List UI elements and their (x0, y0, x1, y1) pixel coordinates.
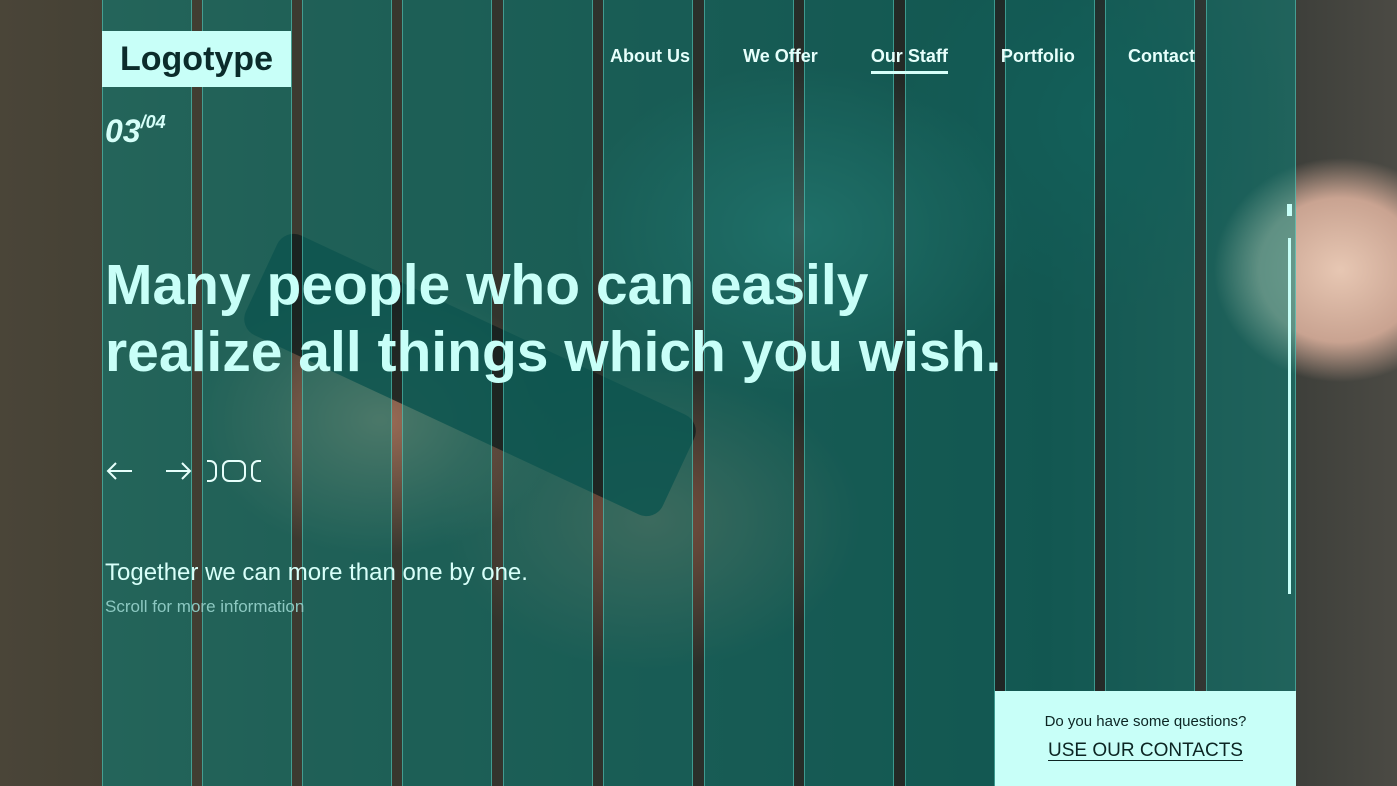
contact-question: Do you have some questions? (1044, 713, 1247, 730)
hero-tagline: Together we can more than one by one. (105, 559, 528, 586)
main-nav: About Us We Offer Our Staff Portfolio Co… (610, 46, 1195, 74)
slide-dot-prev[interactable] (207, 460, 217, 482)
nav-item-about-us[interactable]: About Us (610, 46, 690, 74)
next-slide-button[interactable] (163, 455, 193, 487)
nav-item-we-offer[interactable]: We Offer (743, 46, 818, 74)
arrow-left-icon (106, 462, 132, 480)
grid-column (202, 0, 292, 786)
arrow-right-icon (166, 462, 192, 480)
prev-slide-button[interactable] (105, 455, 135, 487)
grid-column (1206, 0, 1296, 786)
nav-item-portfolio[interactable]: Portfolio (1001, 46, 1075, 74)
vertical-scroll-indicator[interactable] (1287, 204, 1292, 594)
scroll-track[interactable] (1288, 238, 1291, 594)
nav-item-contact[interactable]: Contact (1128, 46, 1195, 74)
hero-headline-line-1: Many people who can easily (105, 253, 869, 317)
logo[interactable]: Logotype (102, 31, 291, 87)
slide-current: 03 (105, 113, 141, 149)
grid-column (402, 0, 492, 786)
scroll-thumb[interactable] (1287, 204, 1292, 216)
grid-column (1105, 0, 1195, 786)
use-our-contacts-link[interactable]: USE OUR CONTACTS (1048, 740, 1243, 762)
scroll-hint[interactable]: Scroll for more information (105, 597, 304, 617)
hero-headline-line-2: realize all things which you wish. (105, 320, 1002, 384)
grid-column (503, 0, 593, 786)
grid-column (804, 0, 894, 786)
slide-total: /04 (140, 112, 166, 132)
hero-page: Logotype About Us We Offer Our Staff Por… (0, 0, 1397, 786)
grid-columns-overlay (102, 0, 1296, 786)
hero-headline: Many people who can easily realize all t… (105, 252, 1005, 386)
grid-column (704, 0, 794, 786)
grid-column (1005, 0, 1095, 786)
nav-item-our-staff[interactable]: Our Staff (870, 46, 948, 74)
slide-dot-next[interactable] (251, 460, 261, 482)
slide-dots-icon[interactable] (207, 460, 261, 482)
grid-column (302, 0, 392, 786)
slider-controls (105, 455, 261, 487)
slide-counter: 03/04 (105, 112, 166, 150)
grid-column (603, 0, 693, 786)
contact-box: Do you have some questions? USE OUR CONT… (995, 691, 1296, 786)
slide-dot-current[interactable] (222, 460, 246, 482)
grid-column (905, 0, 995, 786)
